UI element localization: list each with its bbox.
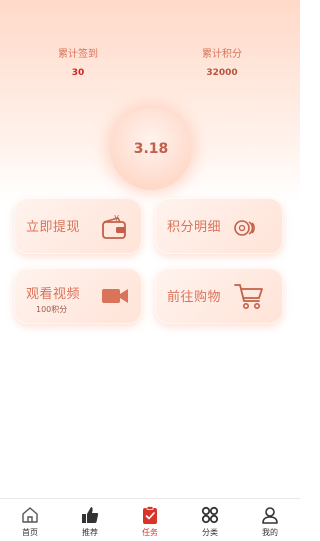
go-shopping-button[interactable]: 前往购物 [155,268,283,324]
watch-video-label: 观看视频 [26,287,81,302]
shopping-cart-icon [234,284,263,309]
thumbs-up-icon [82,507,99,523]
grid-icon [201,506,219,524]
tab-task[interactable]: 任务 [120,499,180,541]
balance-circle: 3.18 [110,108,192,190]
total-points-value: 32000 [206,68,238,78]
bottom-tab-bar: 首页 推荐 任务 分类 我的 [0,498,300,541]
home-icon [22,507,38,523]
total-checkin-value: 30 [71,68,85,78]
total-points-stat: 累计积分 32000 [172,48,272,80]
total-checkin-label: 累计签到 [58,49,98,60]
tab-mine-label: 我的 [262,528,278,537]
tab-home-label: 首页 [22,528,38,537]
go-shopping-label: 前往购物 [167,290,222,305]
withdraw-button[interactable]: 立即提现 ¥ [14,198,142,254]
points-detail-button[interactable]: 积分明细 [155,198,283,254]
tab-category[interactable]: 分类 [180,499,240,541]
watch-video-button[interactable]: 观看视频 100积分 [14,268,142,324]
tab-home[interactable]: 首页 [0,499,60,541]
stats-row: 累计签到 30 累计积分 32000 [0,48,300,88]
tab-category-label: 分类 [202,528,218,537]
withdraw-label: 立即提现 [26,220,81,235]
tab-mine[interactable]: 我的 [240,499,300,541]
tab-recommend-label: 推荐 [82,528,98,537]
tab-task-label: 任务 [142,528,158,537]
coins-icon [234,220,255,236]
video-camera-icon [102,289,128,303]
user-icon [262,507,278,524]
task-page: 累计签到 30 累计积分 32000 3.18 立即提现 ¥ 积分明细 观看视频… [0,0,300,541]
balance-value: 3.18 [133,141,169,157]
watch-video-reward: 100积分 [36,305,68,314]
points-detail-label: 积分明细 [167,220,222,235]
total-checkin-stat: 累计签到 30 [28,48,128,80]
wallet-icon: ¥ [102,214,126,239]
tab-recommend[interactable]: 推荐 [60,499,120,541]
total-points-label: 累计积分 [202,49,242,60]
task-icon [143,506,157,524]
